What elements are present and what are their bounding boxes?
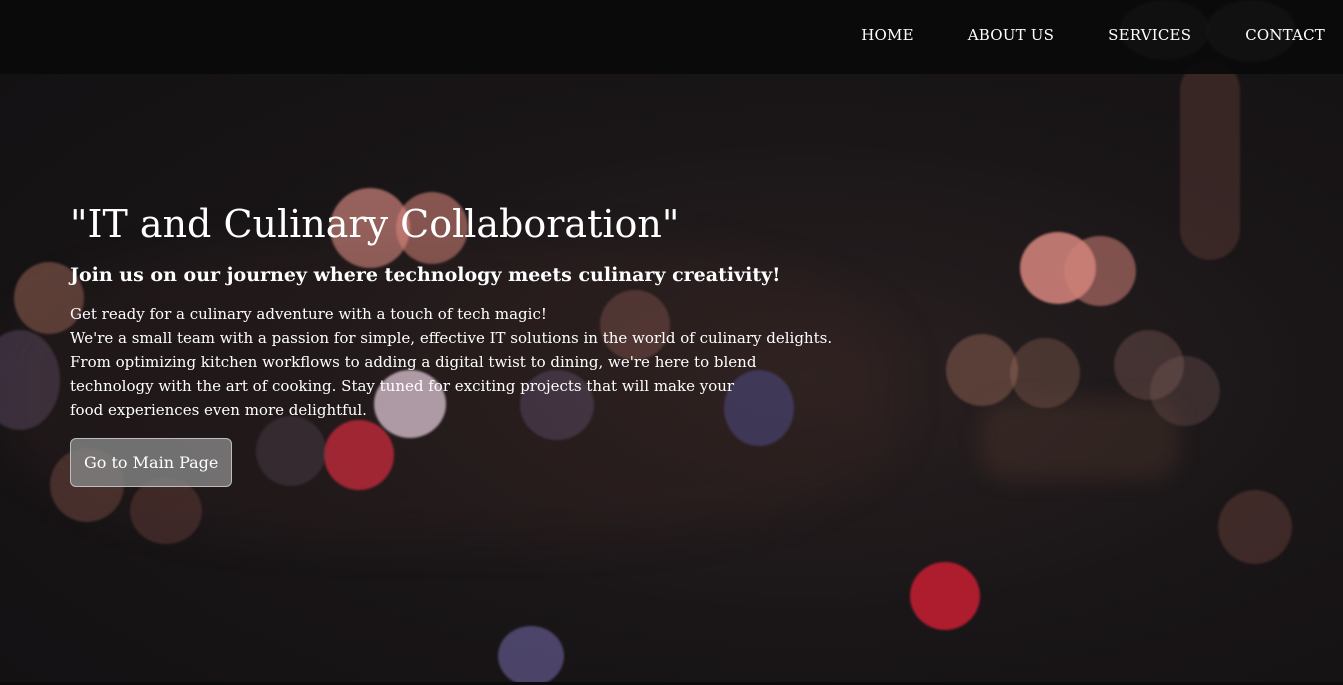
- hero-description-line: technology with the art of cooking. Stay…: [70, 377, 735, 395]
- hero-title: "IT and Culinary Collaboration": [70, 202, 680, 246]
- top-navbar: HOME ABOUT US SERVICES CONTACT: [0, 0, 1343, 74]
- nav-contact-link[interactable]: CONTACT: [1245, 26, 1325, 44]
- go-to-main-page-button[interactable]: Go to Main Page: [70, 438, 233, 487]
- hero-description-line: We're a small team with a passion for si…: [70, 329, 833, 347]
- hero-section: "IT and Culinary Collaboration" Join us …: [70, 200, 833, 487]
- hero-description-line: From optimizing kitchen workflows to add…: [70, 353, 757, 371]
- page: HOME ABOUT US SERVICES CONTACT "IT and C…: [0, 0, 1343, 685]
- nav-about-us-link[interactable]: ABOUT US: [968, 26, 1054, 44]
- hero-subtitle: Join us on our journey where technology …: [70, 264, 781, 286]
- hero-description: Get ready for a culinary adventure with …: [70, 302, 833, 422]
- nav-links: HOME ABOUT US SERVICES CONTACT: [807, 0, 1325, 70]
- nav-services-link[interactable]: SERVICES: [1108, 26, 1191, 44]
- nav-home-link[interactable]: HOME: [861, 26, 914, 44]
- hero-description-line: food experiences even more delightful.: [70, 401, 367, 419]
- hero-description-line: Get ready for a culinary adventure with …: [70, 305, 547, 323]
